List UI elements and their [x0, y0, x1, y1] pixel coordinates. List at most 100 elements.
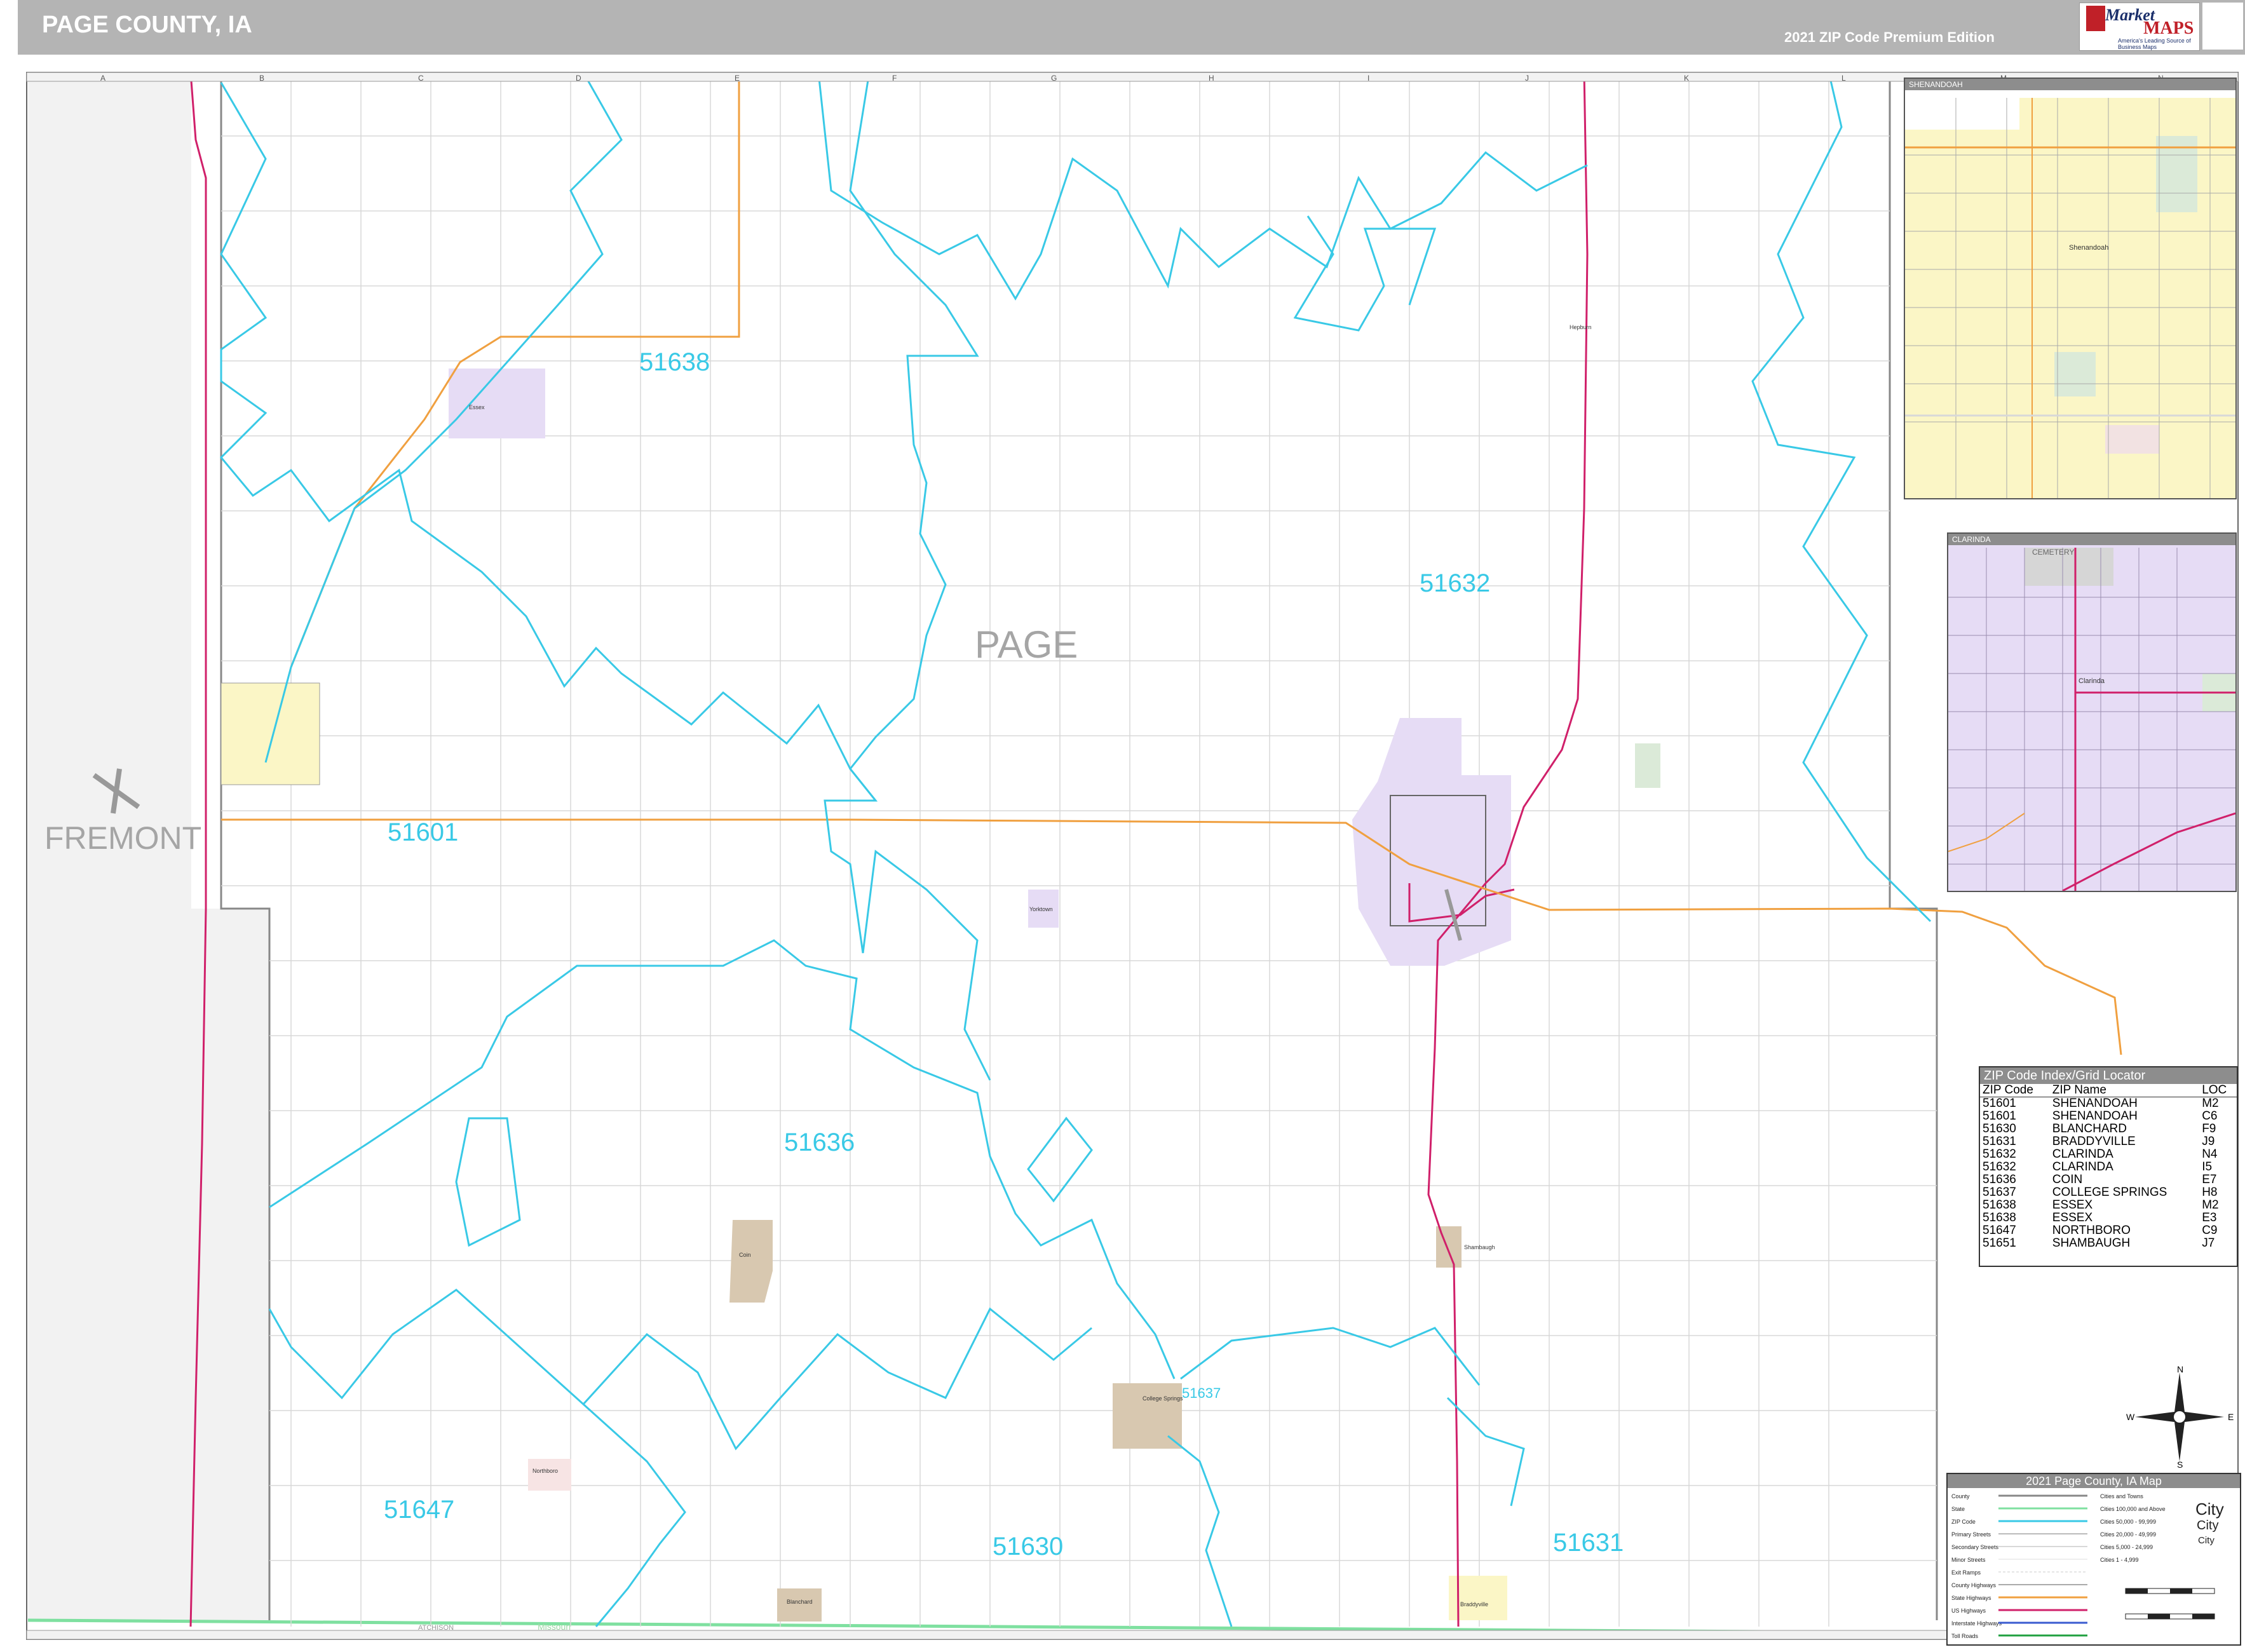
town-label-coin: Coin	[739, 1252, 751, 1258]
table-row: 51631 BRADDYVILLE J9	[1980, 1135, 2237, 1148]
zip-index-title: ZIP Code Index/Grid Locator	[1980, 1067, 2237, 1084]
legend-item-interstate: Interstate Highways	[1951, 1620, 2002, 1627]
zip-index-table: ZIP Code Index/Grid Locator ZIP Code ZIP…	[1979, 1066, 2238, 1267]
shenandoah-inset-town: Shenandoah	[2069, 244, 2109, 252]
grid-col-k: K	[1684, 74, 1690, 83]
legend-item-cities: Cities and Towns	[2100, 1493, 2143, 1500]
legend-city-sample-small: City	[2198, 1535, 2214, 1546]
zip-loc-cell: E7	[2202, 1173, 2217, 1186]
legend-item-toll: Toll Roads	[1951, 1633, 1979, 1639]
zip-code-cell: 51638	[1983, 1211, 2016, 1224]
legend-item-cities-50k: Cities 50,000 - 99,999	[2100, 1519, 2157, 1525]
zip-label-51647: 51647	[384, 1496, 455, 1524]
shambaugh-area	[1436, 1226, 1462, 1268]
table-row: 51638 ESSEX E3	[1980, 1212, 2237, 1224]
compass-s: S	[2177, 1459, 2183, 1468]
zip-code-cell: 51636	[1983, 1173, 2016, 1186]
park-area	[1635, 743, 1660, 788]
zip-label-51637: 51637	[1182, 1385, 1221, 1401]
table-row: 51637 COLLEGE SPRINGS H8	[1980, 1186, 2237, 1199]
map-title: PAGE COUNTY, IA	[42, 11, 252, 38]
zip-name-cell: NORTHBORO	[2052, 1224, 2131, 1237]
zip-loc-cell: C9	[2202, 1224, 2218, 1237]
map-legend: 2021 Page County, IA Map County State ZI…	[1946, 1473, 2241, 1646]
zip-name-cell: ESSEX	[2052, 1198, 2093, 1212]
legend-item-state-hwy: State Highways	[1951, 1595, 1991, 1601]
town-label-essex: Essex	[469, 404, 485, 410]
edition-label: 2021 ZIP Code Premium Edition	[1784, 29, 1995, 45]
compass-n: N	[2177, 1366, 2183, 1374]
essex-area	[449, 369, 545, 438]
zip-loc-cell: J9	[2202, 1135, 2215, 1148]
map-area[interactable]: 51638 51632 51601 51636 51637 51647 5163…	[24, 64, 2245, 1646]
zip-name-cell: COIN	[2052, 1173, 2083, 1186]
shenandoah-area	[220, 682, 320, 785]
compass-e: E	[2228, 1412, 2234, 1422]
bottom-state-label: Missouri	[538, 1622, 571, 1632]
zip-name-cell: COLLEGE SPRINGS	[2052, 1186, 2167, 1199]
zip-label-51638: 51638	[639, 348, 710, 376]
grid-col-l: L	[1841, 74, 1846, 83]
grid-col-c: C	[418, 74, 424, 83]
zip-loc-cell: E3	[2202, 1211, 2217, 1224]
neighbor-county-label: FREMONT	[44, 820, 202, 856]
legend-item-state: State	[1951, 1506, 1965, 1512]
logo-text-maps: MAPS	[2143, 18, 2194, 38]
scale-bar	[2125, 1588, 2215, 1620]
table-row: 51651 SHAMBAUGH J7	[1980, 1237, 2237, 1250]
grid-col-h: H	[1209, 74, 1214, 83]
zip-loc-cell: C6	[2202, 1109, 2218, 1123]
table-row: 51630 BLANCHARD F9	[1980, 1123, 2237, 1135]
legend-city-sample-large: City	[2195, 1500, 2224, 1519]
clarinda-inset[interactable]: CLARINDA CEMETERY Clarinda	[1947, 532, 2237, 892]
zip-code-cell: 51601	[1983, 1097, 2016, 1110]
zip-code-cell: 51630	[1983, 1122, 2016, 1135]
grid-col-d: D	[576, 74, 581, 83]
zip-index-header-name: ZIP Name	[2049, 1084, 2200, 1097]
blanchard-area	[777, 1588, 822, 1622]
zip-loc-cell: F9	[2202, 1122, 2216, 1135]
shenandoah-inset[interactable]: SHENANDOAH Shenandoah	[1904, 78, 2237, 499]
zip-loc-cell: I5	[2202, 1160, 2213, 1174]
bottom-county-label: ATCHISON	[418, 1624, 454, 1632]
clarinda-inset-map	[1948, 545, 2235, 891]
zip-loc-cell: N4	[2202, 1148, 2218, 1161]
legend-item-primary: Primary Streets	[1951, 1531, 1991, 1538]
zip-index-header-loc: LOC	[2199, 1084, 2237, 1097]
zip-code-cell: 51601	[1983, 1109, 2016, 1123]
grid-ruler-bottom	[26, 1630, 2239, 1640]
table-row: 51636 COIN E7	[1980, 1174, 2237, 1186]
legend-item-cities-100k: Cities 100,000 and Above	[2100, 1506, 2166, 1512]
table-row: 51638 ESSEX M2	[1980, 1199, 2237, 1212]
town-label-hepburn: Hepburn	[1570, 324, 1592, 330]
zip-label-51630: 51630	[993, 1533, 1064, 1561]
zip-loc-cell: J7	[2202, 1236, 2215, 1250]
town-label-northboro: Northboro	[532, 1468, 559, 1474]
town-label-college-springs: College Springs	[1143, 1395, 1183, 1402]
table-row: 51601 SHENANDOAH M2	[1980, 1097, 2237, 1111]
town-label-shambaugh: Shambaugh	[1464, 1244, 1495, 1250]
zip-index-header-code: ZIP Code	[1980, 1084, 2050, 1097]
town-label-braddyville: Braddyville	[1460, 1601, 1489, 1608]
compass-rose-icon: N S W E	[2126, 1366, 2234, 1468]
zip-code-cell: 51632	[1983, 1148, 2016, 1161]
legend-item-cities-20k: Cities 20,000 - 49,999	[2100, 1531, 2157, 1538]
grid-col-j: J	[1525, 74, 1529, 83]
legend-item-county: County	[1951, 1493, 1970, 1500]
zip-code-cell: 51632	[1983, 1160, 2016, 1174]
zip-name-cell: SHENANDOAH	[2052, 1109, 2138, 1123]
grid-col-a: A	[100, 74, 106, 83]
legend-title: 2021 Page County, IA Map	[1948, 1474, 2240, 1488]
zip-code-cell: 51651	[1983, 1236, 2016, 1250]
grid-col-b: B	[259, 74, 265, 83]
grid-col-g: G	[1051, 74, 1057, 83]
market-maps-logo: Market MAPS America's Leading Source of …	[2079, 3, 2200, 51]
table-row: 51647 NORTHBORO C9	[1980, 1224, 2237, 1237]
logo-mark-icon	[2086, 6, 2105, 31]
logo-tagline: America's Leading Source of Business Map…	[2118, 37, 2191, 50]
zip-label-51601: 51601	[388, 818, 459, 846]
zip-name-cell: BRADDYVILLE	[2052, 1135, 2136, 1148]
zip-code-cell: 51638	[1983, 1198, 2016, 1212]
clarinda-inset-cemetery: CEMETERY	[2032, 548, 2075, 557]
zip-label-51632: 51632	[1420, 569, 1491, 597]
